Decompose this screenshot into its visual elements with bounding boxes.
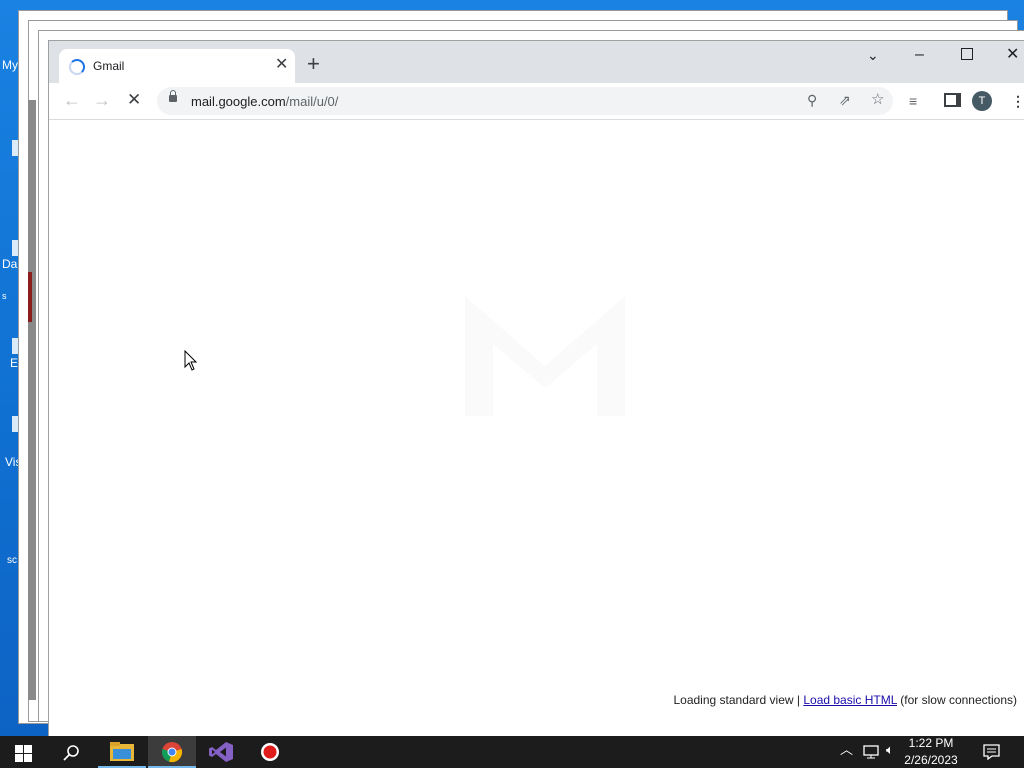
address-bar[interactable]: mail.google.com/mail/u/0/ ⚲ ⇗ ☆ [157, 87, 893, 115]
search-icon[interactable]: ⚲ [807, 91, 817, 109]
close-window-icon[interactable]: ✕ [1006, 47, 1019, 63]
profile-avatar[interactable]: T [972, 91, 992, 111]
maximize-icon[interactable] [961, 48, 973, 60]
volume-icon[interactable]: 🔈︎ [886, 742, 894, 758]
desktop-icon-label[interactable]: s [2, 291, 7, 301]
share-icon[interactable]: ⇗ [839, 91, 851, 109]
clock-date: 2/26/2023 [904, 753, 958, 767]
desktop-icon-label[interactable]: Da [2, 257, 17, 271]
loading-text: Loading standard view | [673, 693, 804, 707]
desktop-icon-label[interactable]: E [10, 356, 18, 370]
recorder-button[interactable] [246, 736, 294, 768]
background-window-strip [28, 100, 36, 700]
menu-kebab-icon[interactable]: ⋮ [1011, 92, 1024, 110]
slow-connections-text: (for slow connections) [896, 693, 1017, 707]
stop-loading-icon[interactable]: ✕ [127, 91, 141, 109]
tab-strip: Gmail ✕ + ⌄ – ✕ [49, 41, 1024, 83]
load-basic-html-link[interactable]: Load basic HTML [803, 693, 897, 707]
loading-message: Loading standard view | Load basic HTML … [673, 693, 1017, 707]
chevron-up-icon[interactable]: ︿ [840, 742, 853, 758]
network-icon[interactable] [863, 745, 879, 759]
mouse-cursor-icon [184, 350, 198, 371]
clock-time: 1:22 PM [908, 736, 954, 750]
chrome-icon [161, 742, 183, 763]
url-text[interactable]: mail.google.com/mail/u/0/ [191, 94, 338, 109]
search-icon[interactable] [63, 744, 81, 762]
tab-search-icon[interactable]: ⌄ [867, 47, 879, 63]
tab-close-icon[interactable]: ✕ [275, 55, 288, 75]
chrome-taskbar-button[interactable] [148, 736, 196, 768]
side-panel-icon[interactable] [944, 93, 961, 107]
loading-spinner-icon [69, 59, 85, 75]
bookmark-star-icon[interactable]: ☆ [871, 91, 884, 109]
visual-studio-icon [209, 742, 233, 762]
tab-title: Gmail [93, 59, 125, 73]
desktop-icon-label[interactable]: My [2, 58, 18, 72]
reading-list-icon[interactable]: ≡ [909, 92, 917, 110]
folder-icon [110, 742, 134, 761]
back-icon[interactable]: ← [63, 91, 81, 109]
page-content: Loading standard view | Load basic HTML … [49, 120, 1024, 737]
taskbar: ︿ 🔈︎ 1:22 PM 2/26/2023 [0, 736, 1024, 768]
windows-start-icon[interactable] [15, 745, 32, 762]
forward-icon[interactable]: → [93, 91, 111, 109]
new-tab-icon[interactable]: + [307, 53, 320, 75]
notifications-icon[interactable] [983, 744, 1000, 760]
tab-gmail[interactable]: Gmail ✕ [59, 49, 295, 83]
lock-icon[interactable] [169, 90, 177, 102]
browser-toolbar: ← → ✕ mail.google.com/mail/u/0/ ⚲ ⇗ ☆ ≡ … [49, 83, 1024, 120]
file-explorer-button[interactable] [98, 736, 146, 768]
visual-studio-button[interactable] [197, 736, 245, 768]
desktop-icon-label[interactable]: sc [7, 555, 17, 566]
minimize-icon[interactable]: – [915, 47, 924, 63]
system-clock[interactable]: 1:22 PM 2/26/2023 [896, 736, 966, 768]
background-window-accent [28, 272, 32, 322]
chrome-window: Gmail ✕ + ⌄ – ✕ ← → ✕ mail.google.com/ma… [48, 40, 1024, 737]
record-icon [261, 743, 279, 761]
gmail-logo-icon [465, 296, 625, 416]
